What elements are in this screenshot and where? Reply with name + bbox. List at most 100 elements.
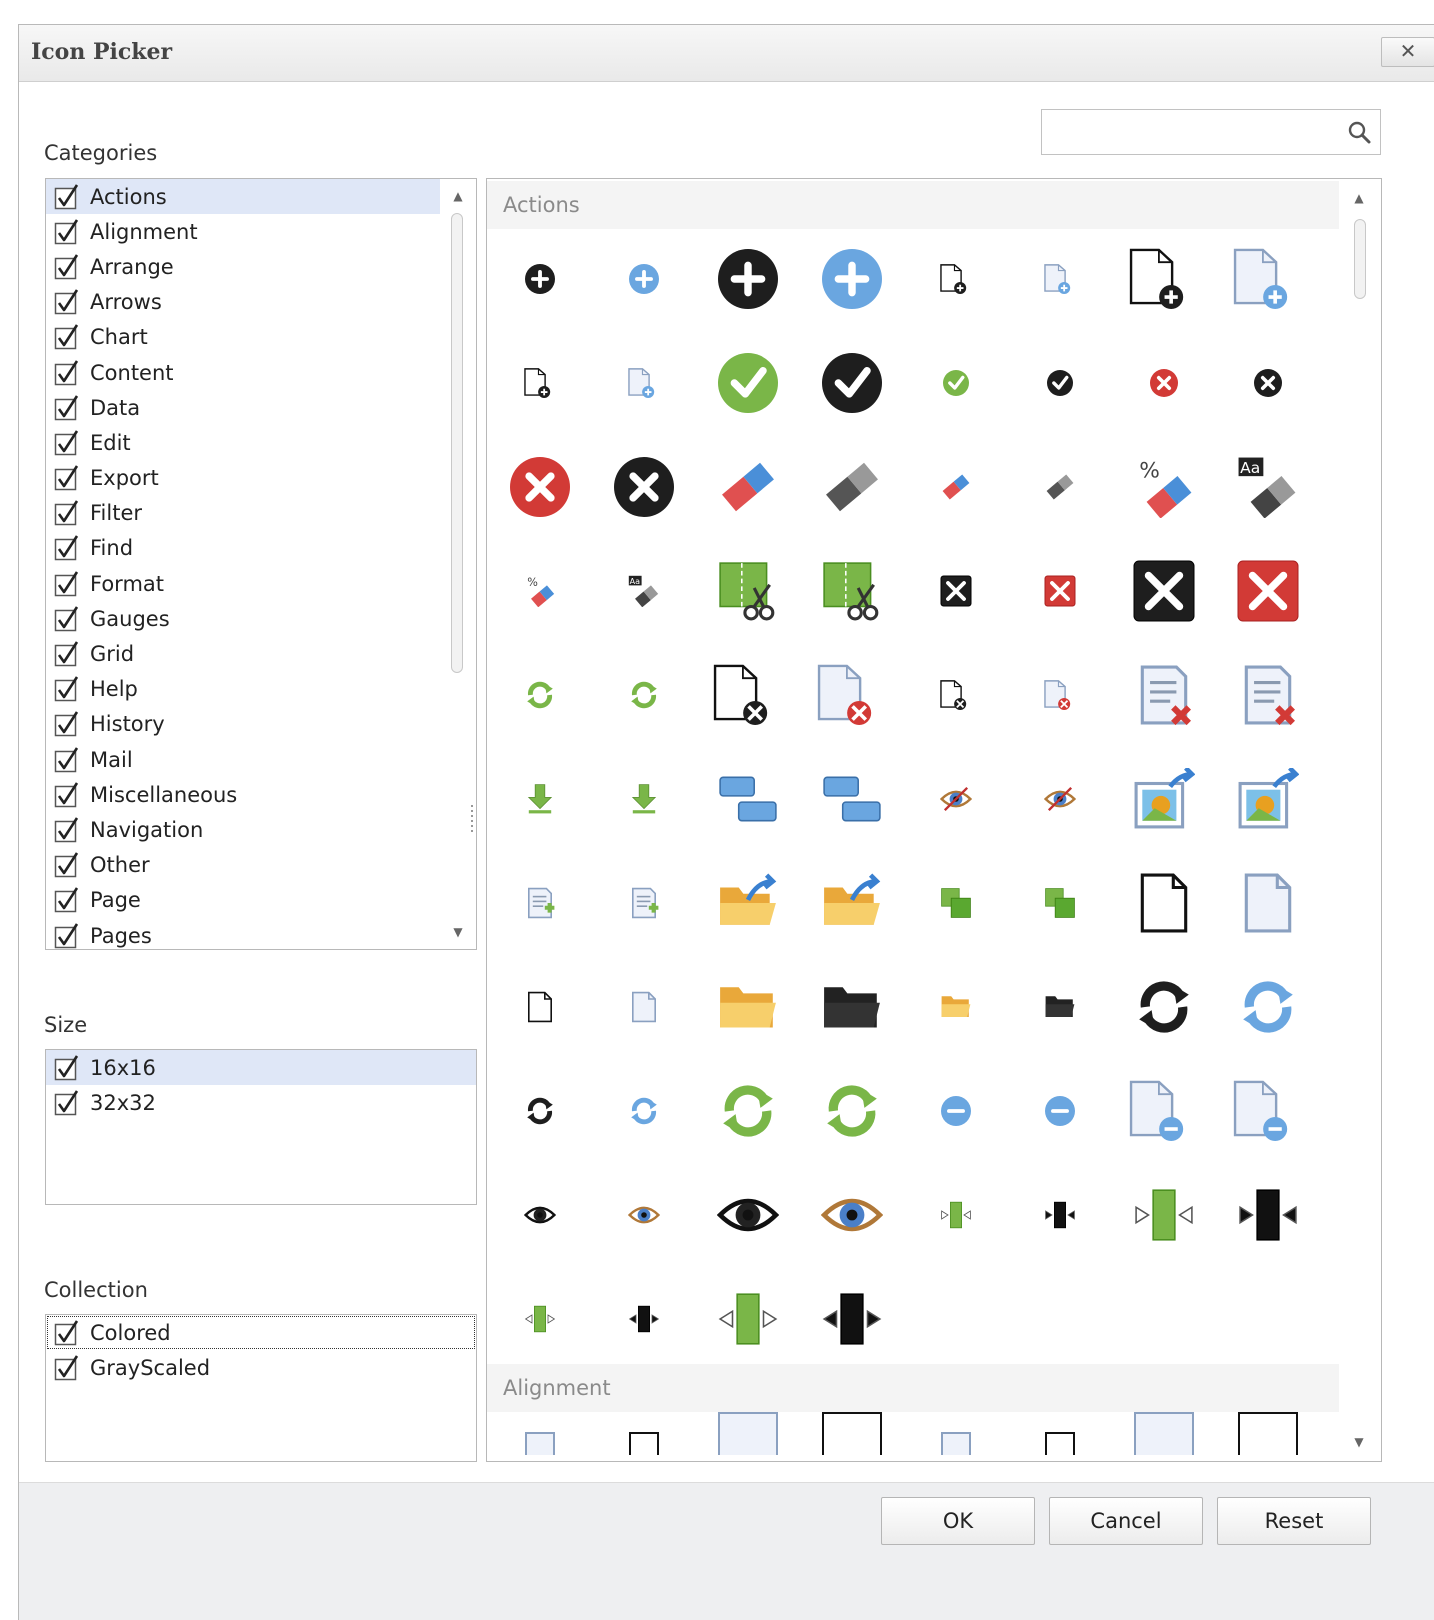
- checkbox-checked-icon[interactable]: [54, 570, 80, 598]
- category-item[interactable]: Gauges: [46, 601, 440, 636]
- new-document-icon[interactable]: [1112, 227, 1216, 331]
- clear-formatting-icon[interactable]: Aa: [592, 539, 696, 643]
- stretch-icon[interactable]: [488, 1267, 592, 1371]
- category-item[interactable]: Data: [46, 390, 440, 425]
- category-item[interactable]: Help: [46, 672, 440, 707]
- split-icon[interactable]: [1112, 1163, 1216, 1267]
- redo-icon[interactable]: [800, 1059, 904, 1163]
- checkbox-checked-icon[interactable]: [54, 464, 80, 492]
- close-icon[interactable]: [1112, 539, 1216, 643]
- checkbox-checked-icon[interactable]: [54, 183, 80, 211]
- category-item[interactable]: Mail: [46, 742, 440, 777]
- remove-icon[interactable]: [1008, 1059, 1112, 1163]
- category-item[interactable]: Arrows: [46, 285, 440, 320]
- folder-icon[interactable]: [800, 955, 904, 1059]
- clear-icon[interactable]: [904, 435, 1008, 539]
- size-item[interactable]: 32x32: [46, 1085, 476, 1120]
- category-item[interactable]: Chart: [46, 320, 440, 355]
- alignment-icon[interactable]: [488, 1411, 592, 1455]
- reset-button[interactable]: Reset: [1217, 1497, 1371, 1545]
- stretch-icon[interactable]: [696, 1267, 800, 1371]
- checkbox-checked-icon[interactable]: [54, 781, 80, 809]
- category-item[interactable]: Filter: [46, 496, 440, 531]
- convert-icon[interactable]: [592, 643, 696, 747]
- checkbox-checked-icon[interactable]: [54, 1319, 80, 1347]
- checkbox-checked-icon[interactable]: [54, 499, 80, 527]
- open-icon[interactable]: [800, 851, 904, 955]
- clear-formatting-icon[interactable]: Aa: [1216, 435, 1320, 539]
- new-icon[interactable]: [1112, 851, 1216, 955]
- category-item[interactable]: Pages: [46, 918, 440, 949]
- show-icon[interactable]: [592, 1163, 696, 1267]
- checkbox-checked-icon[interactable]: [54, 922, 80, 949]
- scrollbar-thumb[interactable]: [1354, 219, 1366, 299]
- category-item[interactable]: Find: [46, 531, 440, 566]
- close-icon[interactable]: [904, 539, 1008, 643]
- checkbox-checked-icon[interactable]: [54, 1354, 80, 1382]
- download-icon[interactable]: [592, 747, 696, 851]
- group-icon[interactable]: [696, 747, 800, 851]
- merge-icon[interactable]: [904, 851, 1008, 955]
- alignment-icon[interactable]: [800, 1411, 904, 1455]
- convert-icon[interactable]: [488, 643, 592, 747]
- category-item[interactable]: Export: [46, 461, 440, 496]
- scroll-down-icon[interactable]: ▼: [440, 917, 476, 947]
- apply-icon[interactable]: [904, 331, 1008, 435]
- checkbox-checked-icon[interactable]: [54, 323, 80, 351]
- ok-button[interactable]: OK: [881, 1497, 1035, 1545]
- cut-icon[interactable]: [696, 539, 800, 643]
- clear-icon[interactable]: [1008, 435, 1112, 539]
- size-item[interactable]: 16x16: [46, 1050, 476, 1086]
- category-item[interactable]: Edit: [46, 425, 440, 460]
- categories-list[interactable]: Actions Alignment Arrange Arrows Chart Conten…: [45, 178, 477, 950]
- add-icon[interactable]: [592, 227, 696, 331]
- delete-list-icon[interactable]: [1216, 643, 1320, 747]
- icon-gallery[interactable]: Actions % Aa% Aa Alignment ▲ ▼: [486, 178, 1382, 1462]
- checkbox-checked-icon[interactable]: [54, 1054, 80, 1082]
- category-item[interactable]: History: [46, 707, 440, 742]
- merge-icon[interactable]: [1008, 851, 1112, 955]
- collection-list[interactable]: Colored GrayScaled: [45, 1314, 477, 1462]
- apply-icon[interactable]: [1008, 331, 1112, 435]
- delete-document-icon[interactable]: [696, 643, 800, 747]
- refresh-icon[interactable]: [592, 1059, 696, 1163]
- clear-icon[interactable]: [696, 435, 800, 539]
- alignment-icon[interactable]: [696, 1411, 800, 1455]
- checkbox-checked-icon[interactable]: [54, 288, 80, 316]
- clear-formatting-icon[interactable]: %: [1112, 435, 1216, 539]
- alignment-icon[interactable]: [1112, 1411, 1216, 1455]
- new-icon[interactable]: [1216, 851, 1320, 955]
- alignment-icon[interactable]: [592, 1411, 696, 1455]
- new-icon[interactable]: [488, 955, 592, 1059]
- new-document-icon[interactable]: [488, 331, 592, 435]
- group-icon[interactable]: [800, 747, 904, 851]
- delete-document-icon[interactable]: [800, 643, 904, 747]
- add-icon[interactable]: [800, 227, 904, 331]
- hide-icon[interactable]: [1008, 747, 1112, 851]
- close-icon[interactable]: [1008, 539, 1112, 643]
- stretch-icon[interactable]: [800, 1267, 904, 1371]
- checkbox-checked-icon[interactable]: [54, 746, 80, 774]
- checkbox-checked-icon[interactable]: [54, 394, 80, 422]
- stretch-icon[interactable]: [592, 1267, 696, 1371]
- apply-icon[interactable]: [800, 331, 904, 435]
- category-item[interactable]: Content: [46, 355, 440, 390]
- collection-item[interactable]: Colored: [46, 1315, 476, 1350]
- split-icon[interactable]: [1216, 1163, 1320, 1267]
- splitter-grip-icon[interactable]: [469, 805, 475, 835]
- folder-icon[interactable]: [1008, 955, 1112, 1059]
- checkbox-checked-icon[interactable]: [54, 218, 80, 246]
- clear-icon[interactable]: [800, 435, 904, 539]
- search-input[interactable]: [1048, 116, 1342, 150]
- search-icon[interactable]: [1346, 119, 1372, 145]
- remove-document-icon[interactable]: [1112, 1059, 1216, 1163]
- alignment-icon[interactable]: [1008, 1411, 1112, 1455]
- checkbox-checked-icon[interactable]: [54, 1089, 80, 1117]
- show-icon[interactable]: [800, 1163, 904, 1267]
- remove-icon[interactable]: [904, 1059, 1008, 1163]
- cancel-button[interactable]: Cancel: [1049, 1497, 1203, 1545]
- checkbox-checked-icon[interactable]: [54, 359, 80, 387]
- open-icon[interactable]: [696, 851, 800, 955]
- refresh-icon[interactable]: [1216, 955, 1320, 1059]
- add-icon[interactable]: [488, 227, 592, 331]
